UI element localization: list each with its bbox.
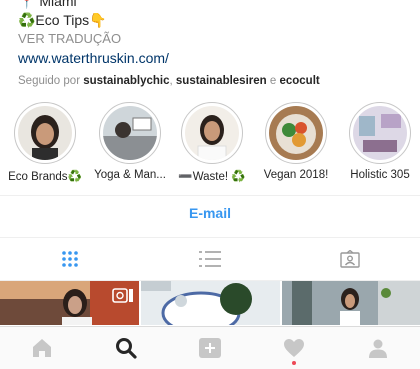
post-thumbnail[interactable] [141, 281, 280, 325]
email-button[interactable]: E-mail [0, 205, 420, 221]
location-text: 📍 Miami [18, 0, 77, 9]
tab-list[interactable] [140, 238, 280, 280]
nav-activity[interactable] [252, 327, 336, 369]
plus-icon [199, 338, 221, 358]
highlight-eco-brands[interactable]: Eco Brands♻️ [3, 102, 87, 183]
heart-icon [284, 339, 304, 357]
highlight-yoga[interactable]: Yoga & Man... [88, 102, 172, 181]
website-link[interactable]: www.waterthruskin.com/ [18, 48, 408, 68]
room-photo-icon [353, 106, 407, 160]
highlight-waste[interactable]: ➖Waste! ♻️ [170, 102, 254, 183]
tab-tagged[interactable] [280, 238, 420, 280]
bottom-navigation [0, 326, 420, 369]
tagline-text: ♻️Eco Tips👇 [18, 12, 107, 28]
person-icon [369, 339, 387, 358]
food-bowl-icon [269, 106, 323, 160]
nav-home[interactable] [0, 327, 84, 369]
woman-portrait-icon [185, 106, 239, 160]
home-icon [33, 339, 51, 357]
grid-icon [62, 251, 78, 267]
profile-view-tabs [0, 238, 420, 280]
search-icon [116, 338, 137, 359]
yoga-photo-icon [103, 106, 157, 160]
follower-name[interactable]: sustainablychic [83, 75, 169, 87]
nav-new-post[interactable] [168, 327, 252, 369]
nav-profile[interactable] [336, 327, 420, 369]
divider [0, 195, 420, 196]
posts-grid [0, 281, 420, 325]
highlight-holistic[interactable]: Holistic 305 [338, 102, 420, 181]
notification-dot [292, 361, 296, 365]
followed-by-text[interactable]: Seguido por sustainablychic, sustainable… [18, 72, 408, 90]
story-highlights: Eco Brands♻️ Yoga & Man... ➖Waste! ♻️ Ve… [0, 102, 420, 183]
profile-bio: 📍 Miami ♻️Eco Tips👇 VER TRADUÇÃO www.wat… [18, 0, 408, 90]
list-icon [199, 251, 221, 267]
tab-grid[interactable] [0, 238, 140, 280]
highlight-vegan[interactable]: Vegan 2018! [254, 102, 338, 181]
tagged-icon [340, 250, 360, 268]
follower-name[interactable]: ecocult [279, 75, 319, 87]
post-thumbnail[interactable] [282, 281, 420, 325]
post-thumbnail[interactable] [0, 281, 139, 325]
follower-name[interactable]: sustainablesiren [176, 75, 267, 87]
translate-link[interactable]: VER TRADUÇÃO [18, 30, 408, 48]
woman-portrait-icon [18, 106, 72, 160]
nav-search[interactable] [84, 327, 168, 369]
